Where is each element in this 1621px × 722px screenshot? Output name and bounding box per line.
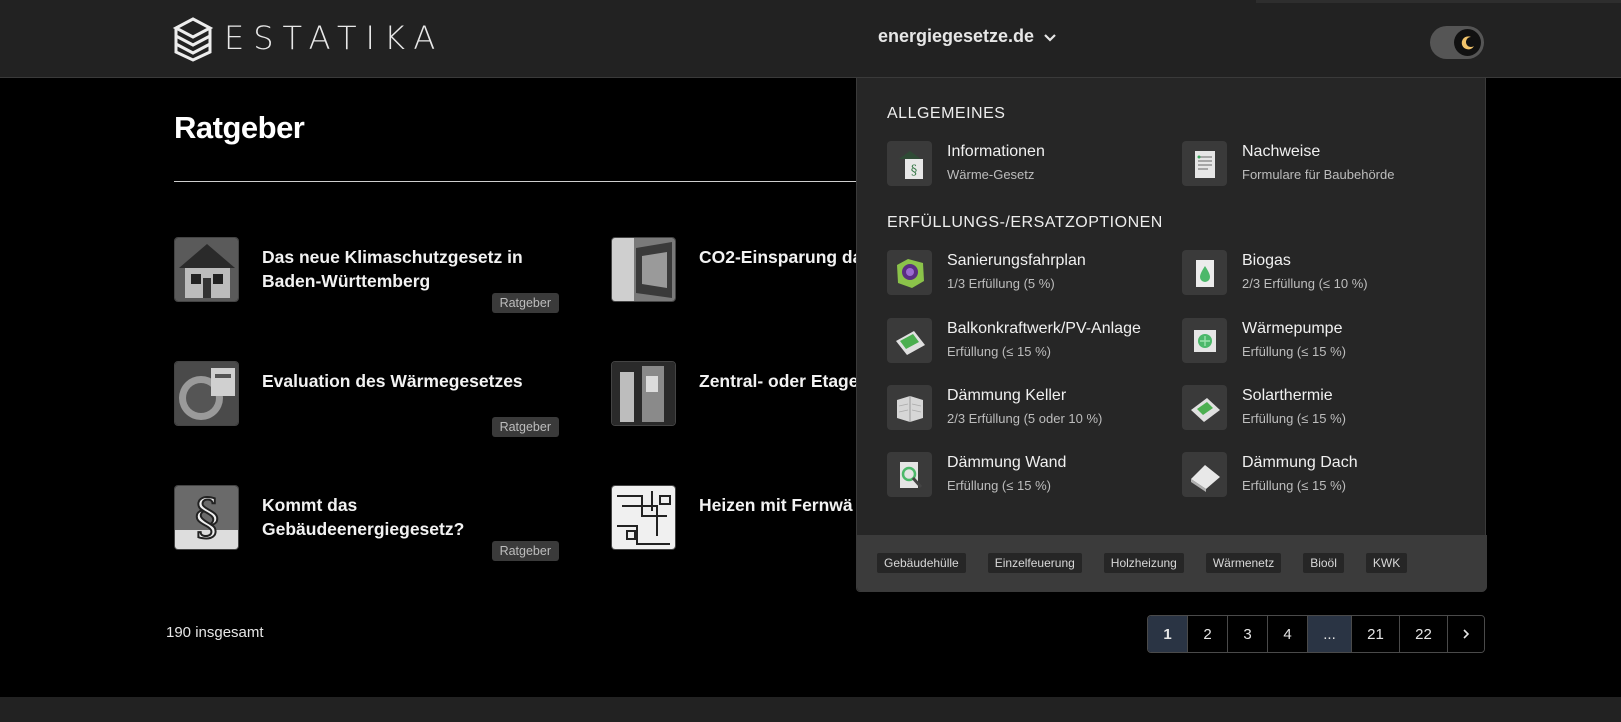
article-thumbnail — [174, 361, 239, 426]
tag-kwk[interactable]: KWK — [1365, 553, 1408, 573]
menu-item-label: Sanierungsfahrplan — [947, 252, 1086, 269]
menu-item-subtitle: Erfüllung (≤ 15 %) — [947, 478, 1051, 493]
article-tag[interactable]: Ratgeber — [491, 293, 559, 313]
article-thumbnail — [611, 237, 676, 302]
article-thumbnail — [611, 361, 676, 426]
menu-item-daemmung-dach[interactable]: Dämmung Dach Erfüllung (≤ 15 %) — [1182, 452, 1472, 502]
menu-item-label: Solarthermie — [1242, 387, 1333, 404]
article-thumbnail: § — [174, 485, 239, 550]
menu-item-label: Informationen — [947, 143, 1045, 160]
article-title[interactable]: CO2-Einsparung da Gebäudesanierung — [699, 245, 859, 269]
pagination: 1 2 3 4 ... 21 22 — [1147, 615, 1485, 653]
menu-item-label: Dämmung Dach — [1242, 454, 1358, 471]
article-card[interactable]: Evaluation des Wärmegesetzes Ratgeber — [174, 361, 559, 441]
menu-item-label: Biogas — [1242, 252, 1291, 269]
footer-band — [0, 697, 1621, 722]
tag-holzheizung[interactable]: Holzheizung — [1103, 553, 1184, 573]
page-button-22[interactable]: 22 — [1400, 616, 1448, 652]
next-page-button[interactable] — [1448, 616, 1484, 652]
site-switch-dropdown[interactable]: energiegesetze.de — [878, 26, 1058, 47]
menu-item-informationen[interactable]: § Informationen Wärme-Gesetz — [887, 141, 1177, 191]
article-title[interactable]: Heizen mit Fernwä — [699, 493, 859, 517]
article-title[interactable]: Das neue Klimaschutzgesetz in Baden-Würt… — [262, 245, 562, 293]
tag-einzelfeuerung[interactable]: Einzelfeuerung — [987, 553, 1082, 573]
biogas-drop-icon — [1182, 250, 1227, 295]
dropdown-tag-bar: Gebäudehülle Einzelfeuerung Holzheizung … — [857, 535, 1487, 591]
header-accent-line — [1256, 0, 1621, 3]
menu-item-nachweise[interactable]: Nachweise Formulare für Baubehörde — [1182, 141, 1472, 191]
menu-item-subtitle: 1/3 Erfüllung (5 %) — [947, 276, 1055, 291]
menu-item-subtitle: Erfüllung (≤ 15 %) — [1242, 411, 1346, 426]
article-title[interactable]: Zentral- oder Etage — [699, 369, 859, 393]
paragraph-document-icon: § — [887, 141, 932, 186]
menu-item-solarthermie[interactable]: Solarthermie Erfüllung (≤ 15 %) — [1182, 385, 1472, 435]
menu-item-biogas[interactable]: Biogas 2/3 Erfüllung (≤ 10 %) — [1182, 250, 1472, 300]
page-title: Ratgeber — [174, 110, 305, 145]
menu-item-subtitle: Erfüllung (≤ 15 %) — [1242, 478, 1346, 493]
menu-item-waermepumpe[interactable]: Wärmepumpe Erfüllung (≤ 15 %) — [1182, 318, 1472, 368]
chevron-down-icon — [1044, 33, 1056, 42]
logo-mark-icon — [172, 17, 214, 62]
article-thumbnail — [611, 485, 676, 550]
solar-panel-icon — [887, 318, 932, 363]
page-button-1[interactable]: 1 — [1148, 616, 1188, 652]
page-button-21[interactable]: 21 — [1352, 616, 1400, 652]
tag-biooel[interactable]: Bioöl — [1303, 553, 1344, 573]
site-dropdown-menu: ALLGEMEINES § Informationen Wärme-Gesetz… — [856, 78, 1487, 592]
menu-item-subtitle: Wärme-Gesetz — [947, 167, 1035, 182]
logo-wordmark: ESTATIKA — [224, 19, 445, 57]
wall-insulation-icon — [887, 452, 932, 497]
solar-thermal-icon — [1182, 385, 1227, 430]
section-title-general: ALLGEMEINES — [887, 105, 1006, 122]
article-card[interactable]: Das neue Klimaschutzgesetz in Baden-Würt… — [174, 237, 559, 317]
menu-item-subtitle: 2/3 Erfüllung (≤ 10 %) — [1242, 276, 1368, 291]
article-tag[interactable]: Ratgeber — [491, 417, 559, 437]
svg-text:§: § — [195, 488, 220, 546]
page-button-4[interactable]: 4 — [1268, 616, 1308, 652]
menu-item-subtitle: Erfüllung (≤ 15 %) — [947, 344, 1051, 359]
menu-item-subtitle: Erfüllung (≤ 15 %) — [1242, 344, 1346, 359]
menu-item-label: Dämmung Keller — [947, 387, 1067, 404]
chevron-right-icon — [1463, 629, 1470, 639]
site-switch-label: energiegesetze.de — [878, 26, 1035, 46]
roof-insulation-icon — [1182, 452, 1227, 497]
page-button-2[interactable]: 2 — [1188, 616, 1228, 652]
article-thumbnail — [174, 237, 239, 302]
tag-waermenetz[interactable]: Wärmenetz — [1205, 553, 1282, 573]
section-title-options: ERFÜLLUNGS-/ERSATZOPTIONEN — [887, 214, 1163, 231]
menu-item-sanierungsfahrplan[interactable]: Sanierungsfahrplan 1/3 Erfüllung (5 %) — [887, 250, 1177, 300]
page-button-3[interactable]: 3 — [1228, 616, 1268, 652]
menu-item-daemmung-wand[interactable]: Dämmung Wand Erfüllung (≤ 15 %) — [887, 452, 1177, 502]
dark-mode-toggle[interactable] — [1430, 26, 1484, 59]
tag-gebaeudehuelle[interactable]: Gebäudehülle — [877, 553, 966, 573]
article-title[interactable]: Kommt das Gebäudeenergiegesetz? — [262, 493, 562, 541]
top-navigation-bar: ESTATIKA energiegesetze.de — [0, 0, 1621, 78]
menu-item-label: Nachweise — [1242, 143, 1321, 160]
results-total: 190 insgesamt — [166, 624, 264, 641]
page-ellipsis[interactable]: ... — [1308, 616, 1352, 652]
estatika-logo[interactable]: ESTATIKA — [172, 14, 444, 62]
menu-item-balkonkraftwerk[interactable]: Balkonkraftwerk/PV-Anlage Erfüllung (≤ 1… — [887, 318, 1177, 368]
forms-document-icon — [1182, 141, 1227, 186]
menu-item-subtitle: Formulare für Baubehörde — [1242, 167, 1395, 182]
menu-item-label: Dämmung Wand — [947, 454, 1067, 471]
menu-item-subtitle: 2/3 Erfüllung (5 oder 10 %) — [947, 411, 1103, 426]
toggle-knob — [1454, 29, 1481, 56]
moon-icon — [1461, 35, 1474, 49]
menu-item-daemmung-keller[interactable]: Dämmung Keller 2/3 Erfüllung (5 oder 10 … — [887, 385, 1177, 435]
heat-pump-icon — [1182, 318, 1227, 363]
menu-item-label: Balkonkraftwerk/PV-Anlage — [947, 320, 1141, 337]
title-divider — [174, 181, 874, 182]
menu-item-label: Wärmepumpe — [1242, 320, 1343, 337]
article-tag[interactable]: Ratgeber — [491, 541, 559, 561]
renovation-map-icon — [887, 250, 932, 295]
basement-insulation-icon — [887, 385, 932, 430]
svg-text:§: § — [910, 163, 917, 178]
article-card[interactable]: § Kommt das Gebäudeenergiegesetz? Ratgeb… — [174, 485, 559, 565]
article-title[interactable]: Evaluation des Wärmegesetzes — [262, 369, 562, 393]
